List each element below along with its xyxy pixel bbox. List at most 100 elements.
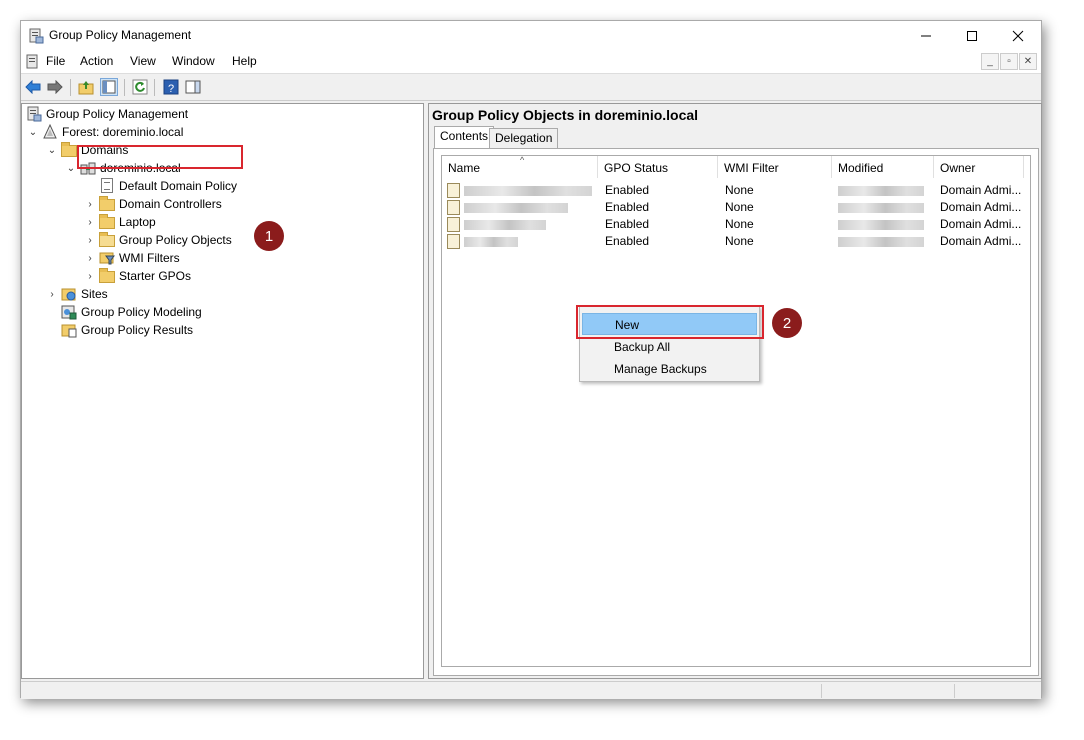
- step-1-highlight: [77, 145, 243, 169]
- menu-help[interactable]: Help: [232, 54, 257, 68]
- menu-bar: File Action View Window Help _ ▫ ✕: [21, 51, 1041, 73]
- menu-action[interactable]: Action: [80, 54, 113, 68]
- tab-contents[interactable]: Contents: [434, 126, 495, 148]
- tab-delegation[interactable]: Delegation: [489, 128, 559, 148]
- chevron-right-icon[interactable]: ›: [45, 287, 59, 301]
- refresh-icon[interactable]: [131, 78, 149, 96]
- title-bar: Group Policy Management: [21, 21, 1041, 51]
- close-button[interactable]: [995, 21, 1041, 51]
- menu-file[interactable]: File: [46, 54, 65, 68]
- chevron-down-icon[interactable]: ⌄: [26, 125, 40, 139]
- starter-gpo-icon: [99, 268, 115, 284]
- tree-item-wmi-filters[interactable]: › WMI Filters: [83, 249, 180, 267]
- gpo-icon: [447, 234, 460, 249]
- redacted-modified: [838, 203, 924, 213]
- gpo-list: Name ^ GPO Status WMI Filter Modified Own…: [441, 155, 1031, 667]
- mdi-minimize-button[interactable]: _: [981, 53, 999, 70]
- tree-item-results[interactable]: Group Policy Results: [61, 321, 193, 339]
- window-title: Group Policy Management: [49, 28, 192, 42]
- chevron-right-icon[interactable]: ›: [83, 197, 97, 211]
- redacted-modified: [838, 186, 924, 196]
- menu-item-manage-backups[interactable]: Manage Backups: [582, 358, 757, 380]
- col-gpo-status[interactable]: GPO Status: [598, 156, 718, 178]
- menu-view[interactable]: View: [130, 54, 156, 68]
- toolbar: ?: [21, 73, 1041, 101]
- chevron-right-icon[interactable]: ›: [83, 269, 97, 283]
- console-tree: Group Policy Management ⌄ Forest: doremi…: [21, 103, 424, 679]
- menu-item-backup-all[interactable]: Backup All: [582, 336, 757, 358]
- tree-item-domain-controllers[interactable]: › Domain Controllers: [83, 195, 222, 213]
- col-name[interactable]: Name ^: [442, 155, 598, 178]
- up-folder-icon[interactable]: [77, 78, 95, 96]
- tree-item-group-policy-objects[interactable]: › Group Policy Objects: [83, 231, 232, 249]
- status-bar: [21, 681, 1041, 699]
- redacted-name: [464, 186, 592, 196]
- table-row[interactable]: Enabled None Domain Admi...: [442, 233, 1032, 250]
- gpm-root-icon: [26, 106, 42, 122]
- ou-folder-icon: [99, 214, 115, 230]
- table-row[interactable]: Enabled None Domain Admi...: [442, 216, 1032, 233]
- svg-text:?: ?: [168, 83, 174, 95]
- tree-item-default-domain-policy[interactable]: Default Domain Policy: [99, 177, 237, 195]
- table-row[interactable]: Enabled None Domain Admi...: [442, 182, 1032, 199]
- minimize-button[interactable]: [903, 21, 949, 51]
- mdi-close-button[interactable]: ✕: [1019, 53, 1037, 70]
- tree-label: Laptop: [119, 215, 156, 229]
- sites-icon: [61, 286, 77, 302]
- gpo-icon: [447, 183, 460, 198]
- back-arrow-icon[interactable]: [24, 78, 42, 96]
- maximize-button[interactable]: [949, 21, 995, 51]
- gpo-link-icon: [99, 178, 115, 194]
- tree-item-root[interactable]: Group Policy Management: [26, 105, 188, 123]
- contents-panel: Name ^ GPO Status WMI Filter Modified Own…: [433, 148, 1039, 676]
- help-icon[interactable]: ?: [162, 78, 180, 96]
- col-modified[interactable]: Modified: [832, 156, 934, 178]
- step-2-highlight: [576, 305, 764, 339]
- tree-label: Default Domain Policy: [119, 179, 238, 193]
- tree-label: Sites: [81, 287, 108, 301]
- chevron-down-icon[interactable]: ⌄: [64, 161, 78, 175]
- gpo-folder-icon: [99, 232, 115, 248]
- redacted-modified: [838, 237, 924, 247]
- tree-label: Domain Controllers: [119, 197, 222, 211]
- details-pane: Group Policy Objects in doreminio.local …: [428, 103, 1042, 679]
- gpo-icon: [447, 217, 460, 232]
- chevron-right-icon[interactable]: ›: [83, 233, 97, 247]
- tree-item-laptop[interactable]: › Laptop: [83, 213, 156, 231]
- sort-up-icon: ^: [520, 155, 525, 165]
- tree-label: Group Policy Results: [81, 323, 194, 337]
- tree-label: Group Policy Management: [46, 107, 189, 121]
- chevron-right-icon[interactable]: ›: [83, 215, 97, 229]
- gpm-app-icon: [28, 28, 44, 44]
- redacted-name: [464, 203, 568, 213]
- chevron-down-icon[interactable]: ⌄: [45, 143, 59, 157]
- domains-folder-icon: [61, 142, 77, 158]
- details-title: Group Policy Objects in doreminio.local: [432, 107, 699, 123]
- show-hide-tree-icon[interactable]: [100, 78, 118, 96]
- tree-label: WMI Filters: [119, 251, 180, 265]
- tree-item-sites[interactable]: › Sites: [45, 285, 108, 303]
- wmi-filter-icon: [99, 250, 115, 266]
- mdi-restore-button[interactable]: ▫: [1000, 53, 1018, 70]
- tree-item-modeling[interactable]: Group Policy Modeling: [61, 303, 202, 321]
- tree-label: Group Policy Objects: [119, 233, 232, 247]
- redacted-name: [464, 237, 518, 247]
- table-row[interactable]: Enabled None Domain Admi...: [442, 199, 1032, 216]
- col-owner[interactable]: Owner: [934, 156, 1024, 178]
- results-icon: [61, 322, 77, 338]
- mmc-document-icon: [25, 54, 41, 70]
- step-1-badge: 1: [254, 221, 284, 251]
- action-pane-icon[interactable]: [184, 78, 202, 96]
- step-2-badge: 2: [772, 308, 802, 338]
- tree-label: Starter GPOs: [119, 269, 192, 283]
- col-wmi-filter[interactable]: WMI Filter: [718, 156, 832, 178]
- forward-arrow-icon[interactable]: [46, 78, 64, 96]
- tree-item-starter-gpos[interactable]: › Starter GPOs: [83, 267, 191, 285]
- menu-window[interactable]: Window: [172, 54, 215, 68]
- gpo-icon: [447, 200, 460, 215]
- ou-folder-icon: [99, 196, 115, 212]
- redacted-modified: [838, 220, 924, 230]
- forest-icon: [42, 123, 58, 140]
- tree-item-forest[interactable]: ⌄ Forest: doreminio.local: [26, 123, 183, 141]
- chevron-right-icon[interactable]: ›: [83, 251, 97, 265]
